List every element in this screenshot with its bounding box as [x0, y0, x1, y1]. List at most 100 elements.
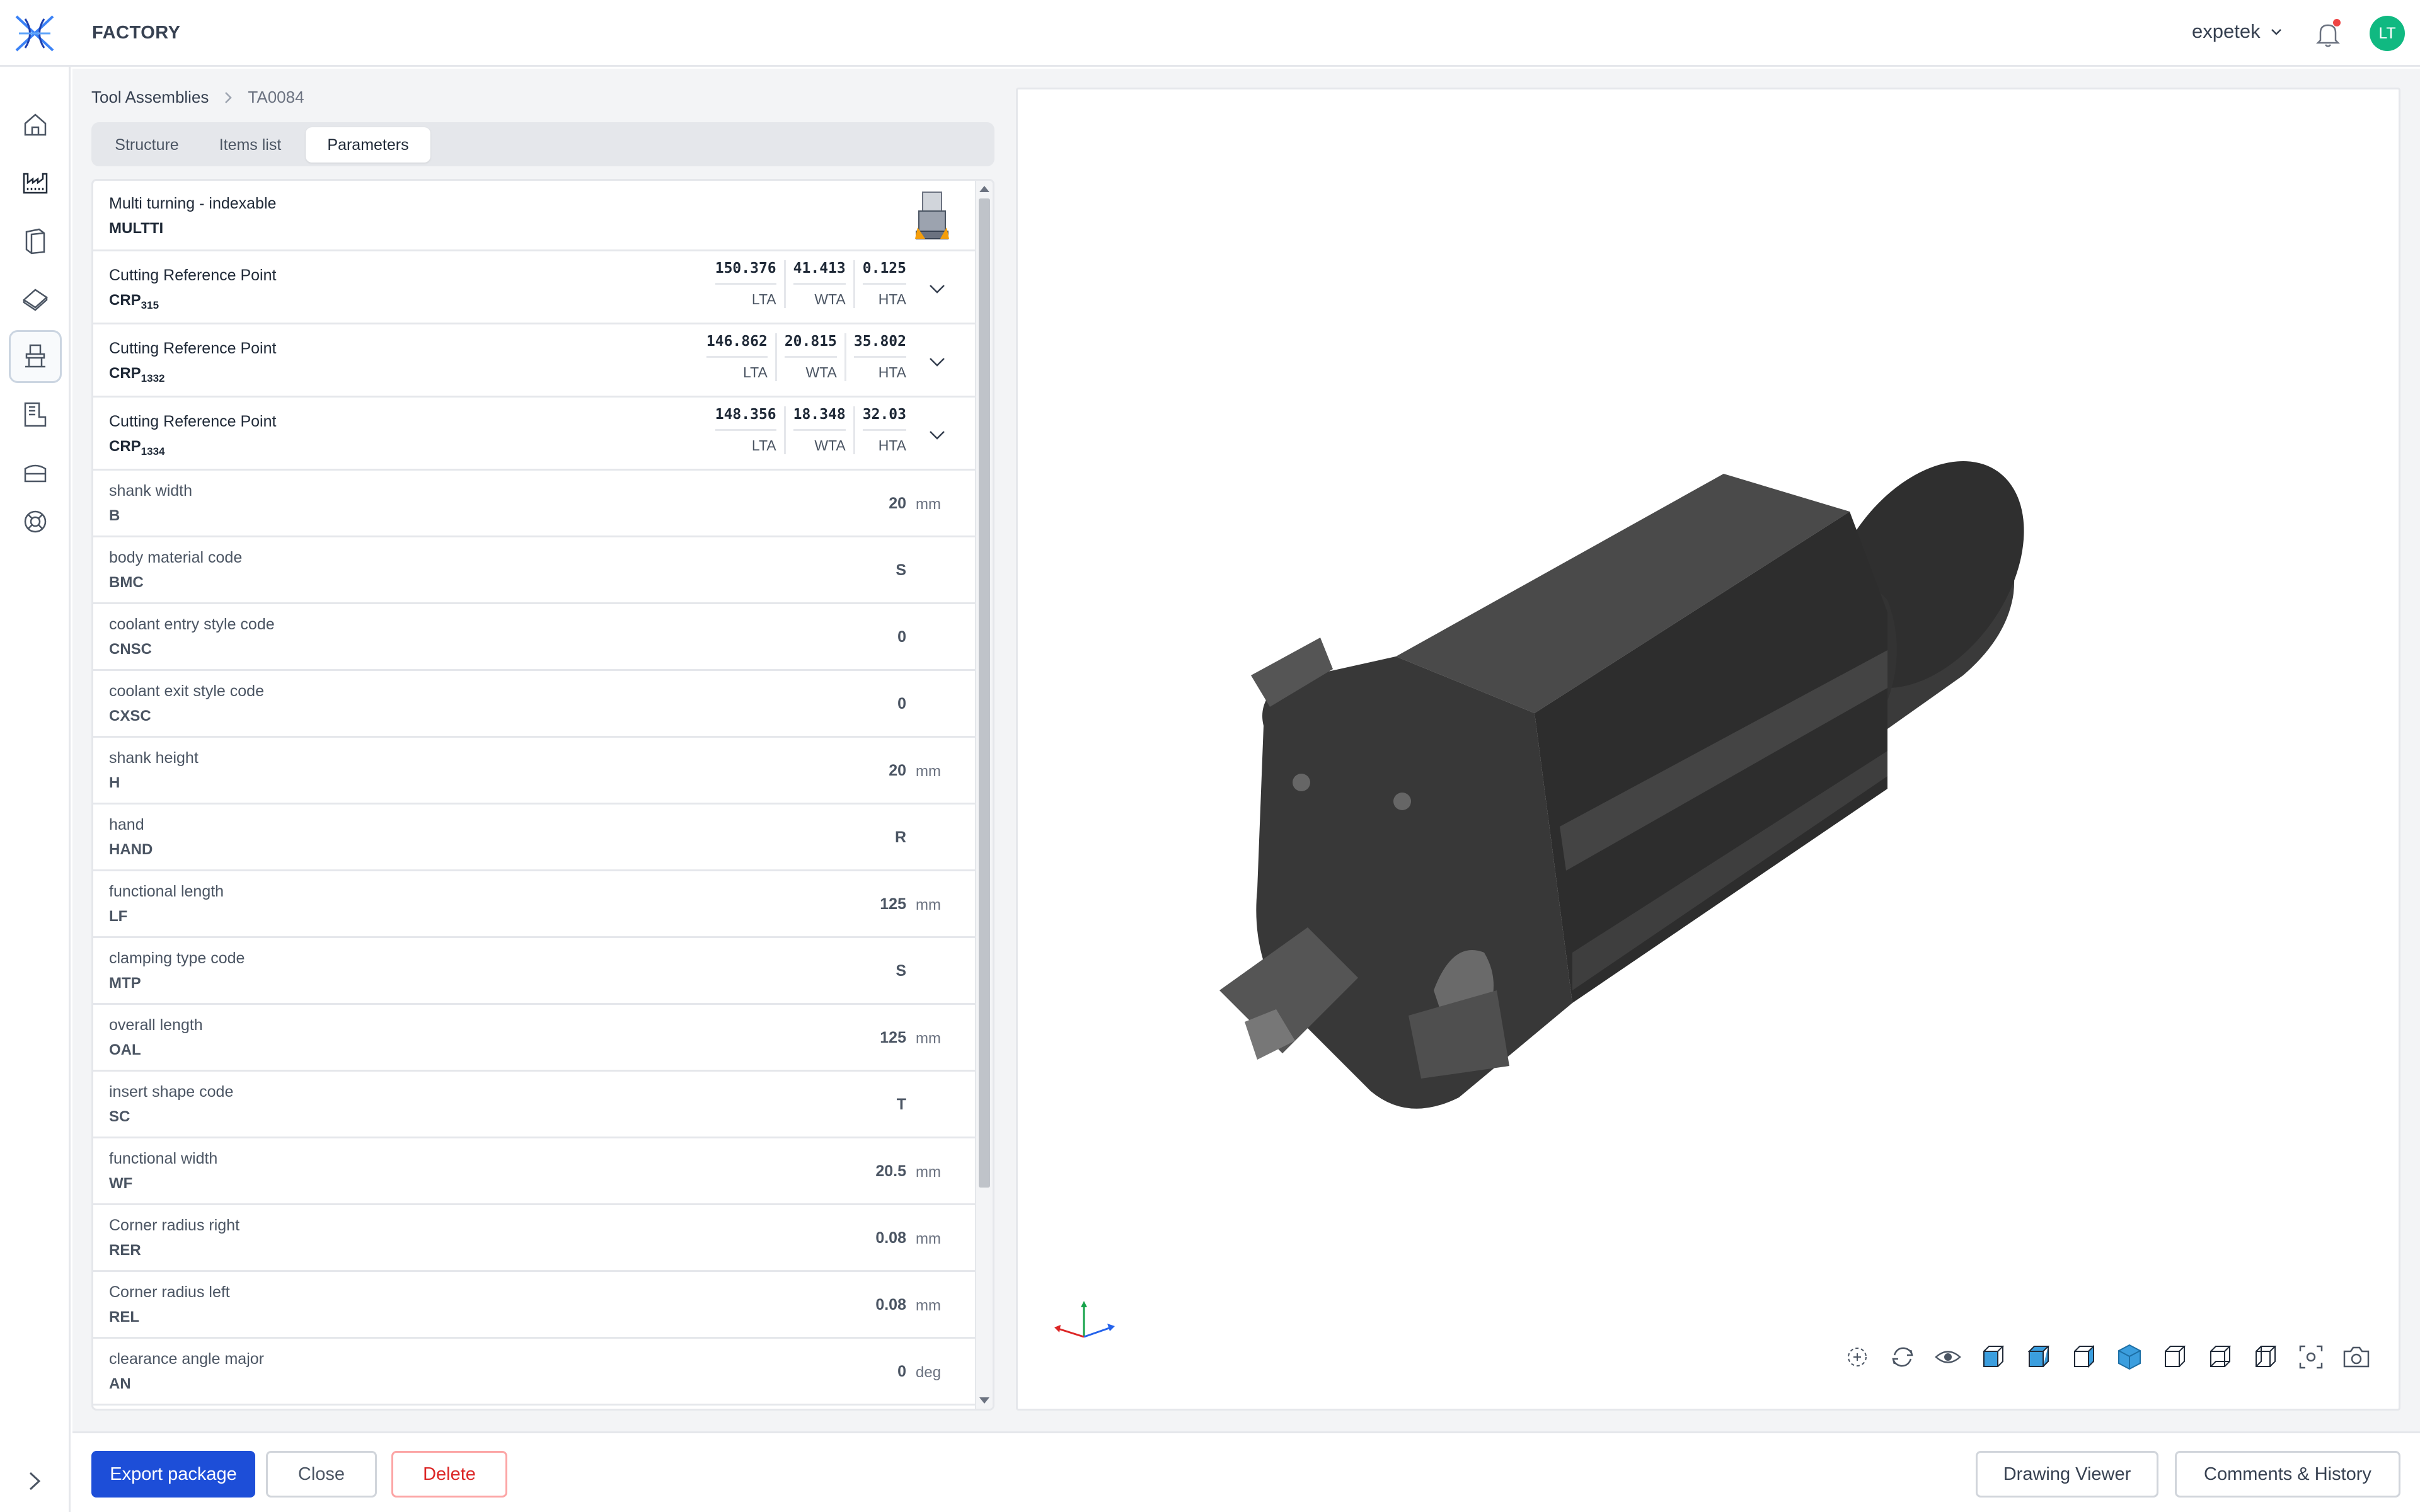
- factory-icon[interactable]: [9, 156, 62, 209]
- camera-icon: [2343, 1346, 2370, 1368]
- lta-label: LTA: [751, 291, 776, 307]
- crp-label: Cutting Reference Point: [109, 340, 277, 357]
- focus-button[interactable]: [2295, 1341, 2327, 1373]
- crp-values: 146.862 LTA 20.815 WTA 35.802 HTA: [699, 333, 914, 381]
- help-icon[interactable]: [9, 495, 62, 548]
- factory-logo-icon[interactable]: [13, 13, 57, 54]
- home-icon[interactable]: [9, 98, 62, 151]
- param-code: LF: [109, 908, 128, 925]
- view-bottom-button[interactable]: [2204, 1341, 2236, 1373]
- chevron-down-icon[interactable]: [926, 278, 948, 299]
- param-unit: deg: [916, 1364, 942, 1381]
- delete-button[interactable]: Delete: [391, 1451, 507, 1498]
- view-back-button[interactable]: [2159, 1341, 2191, 1373]
- chevron-down-icon[interactable]: [926, 424, 948, 445]
- tab-parameters[interactable]: Parameters: [306, 127, 430, 163]
- chevron-right-icon: [225, 91, 233, 103]
- param-row: shank width B 20 mm: [93, 471, 976, 537]
- view-iso-button[interactable]: [2114, 1341, 2145, 1373]
- param-value: 0: [897, 1363, 906, 1380]
- viewer-toolbar: [1841, 1341, 2372, 1373]
- param-label: clamping type code: [109, 949, 245, 967]
- breadcrumb-current: TA0084: [248, 88, 304, 106]
- crp-hta-value: 0.125: [862, 260, 906, 285]
- drawing-viewer-button[interactable]: Drawing Viewer: [1976, 1451, 2158, 1498]
- notification-bell-icon[interactable]: [2310, 16, 2346, 52]
- param-row: coolant exit style code CXSC 0: [93, 671, 976, 738]
- storage-icon[interactable]: [9, 446, 62, 499]
- org-selector[interactable]: expetek: [2192, 20, 2283, 43]
- param-row: body material code BMC S: [93, 537, 976, 604]
- crp-row[interactable]: Cutting Reference Point CRP1334 148.356 L…: [93, 398, 976, 471]
- view-top-button[interactable]: [2023, 1341, 2054, 1373]
- fit-view-button[interactable]: [1841, 1341, 1873, 1373]
- wta-label: WTA: [814, 437, 846, 454]
- param-row: functional length LF 125 mm: [93, 871, 976, 938]
- param-code: B: [109, 507, 120, 524]
- crp-values: 148.356 LTA 18.348 WTA 32.03 HTA: [708, 406, 914, 454]
- assembly-type-row: Multi turning - indexable MULTTI: [93, 181, 976, 251]
- view-side-button[interactable]: [2068, 1341, 2100, 1373]
- chevron-down-icon[interactable]: [926, 351, 948, 372]
- param-row: Corner radius right RER 0.08 mm: [93, 1205, 976, 1272]
- lta-label: LTA: [743, 364, 768, 381]
- scroll-thumb[interactable]: [979, 198, 990, 1188]
- tool-holder-icon[interactable]: [9, 388, 62, 441]
- param-label: coolant exit style code: [109, 682, 264, 700]
- param-label: hand: [109, 816, 144, 833]
- tab-structure[interactable]: Structure: [96, 127, 197, 163]
- assembly-type-label: Multi turning - indexable: [109, 195, 277, 212]
- crp-code: CRP1334: [109, 438, 165, 457]
- scroll-down-arrow-icon[interactable]: [979, 1397, 989, 1404]
- hta-label: HTA: [878, 364, 906, 381]
- parameters-panel: Multi turning - indexable MULTTI Cutting…: [91, 179, 994, 1411]
- param-code: RER: [109, 1242, 141, 1259]
- close-button[interactable]: Close: [266, 1451, 377, 1498]
- param-code: CNSC: [109, 641, 153, 658]
- scroll-up-arrow-icon[interactable]: [979, 186, 989, 192]
- catalog-icon[interactable]: [9, 214, 62, 267]
- tool-assemblies-icon[interactable]: [9, 330, 62, 383]
- param-value: S: [896, 962, 906, 980]
- parameters-list: Multi turning - indexable MULTTI Cutting…: [93, 181, 976, 1409]
- param-value: 125: [880, 895, 906, 913]
- eye-icon: [1935, 1351, 1961, 1363]
- insert-icon[interactable]: [9, 272, 62, 325]
- breadcrumb-root[interactable]: Tool Assemblies: [91, 88, 209, 107]
- chevron-down-icon: [2271, 29, 2281, 35]
- chevron-right-icon[interactable]: [19, 1465, 50, 1497]
- scrollbar[interactable]: [975, 181, 993, 1409]
- param-value: T: [896, 1096, 906, 1113]
- param-value: 20: [889, 495, 906, 512]
- param-unit: mm: [916, 1297, 941, 1314]
- crp-row[interactable]: Cutting Reference Point CRP315 150.376 LT…: [93, 251, 976, 324]
- param-code: AN: [109, 1375, 131, 1392]
- param-unit: mm: [916, 763, 941, 780]
- crp-row[interactable]: Cutting Reference Point CRP1332 146.862 L…: [93, 324, 976, 398]
- param-label: body material code: [109, 549, 243, 566]
- param-label: overall length: [109, 1016, 203, 1034]
- view-front-button[interactable]: [1978, 1341, 2009, 1373]
- view-left-button[interactable]: [2250, 1341, 2281, 1373]
- screenshot-button[interactable]: [2341, 1341, 2372, 1373]
- visibility-button[interactable]: [1932, 1341, 1964, 1373]
- param-label: functional length: [109, 883, 224, 900]
- crp-lta-value: 146.862: [706, 333, 768, 358]
- param-value: 20.5: [875, 1162, 906, 1180]
- comments-history-button[interactable]: Comments & History: [2175, 1451, 2400, 1498]
- param-code: SC: [109, 1108, 130, 1125]
- tab-items-list[interactable]: Items list: [200, 127, 301, 163]
- param-code: CXSC: [109, 707, 151, 724]
- crp-code: CRP1332: [109, 365, 165, 384]
- param-code: H: [109, 774, 120, 791]
- footer-bar: Export package Close Delete Drawing View…: [72, 1431, 2420, 1512]
- wta-label: WTA: [805, 364, 837, 381]
- crp-hta-value: 35.802: [853, 333, 906, 358]
- rotate-button[interactable]: [1887, 1341, 1918, 1373]
- export-package-button[interactable]: Export package: [91, 1451, 255, 1498]
- tool-3d-model[interactable]: [1207, 386, 2184, 1268]
- user-avatar[interactable]: LT: [2370, 16, 2405, 51]
- cube-front-icon: [1983, 1346, 2005, 1367]
- 3d-viewer[interactable]: [1016, 88, 2400, 1411]
- param-code: BMC: [109, 574, 144, 591]
